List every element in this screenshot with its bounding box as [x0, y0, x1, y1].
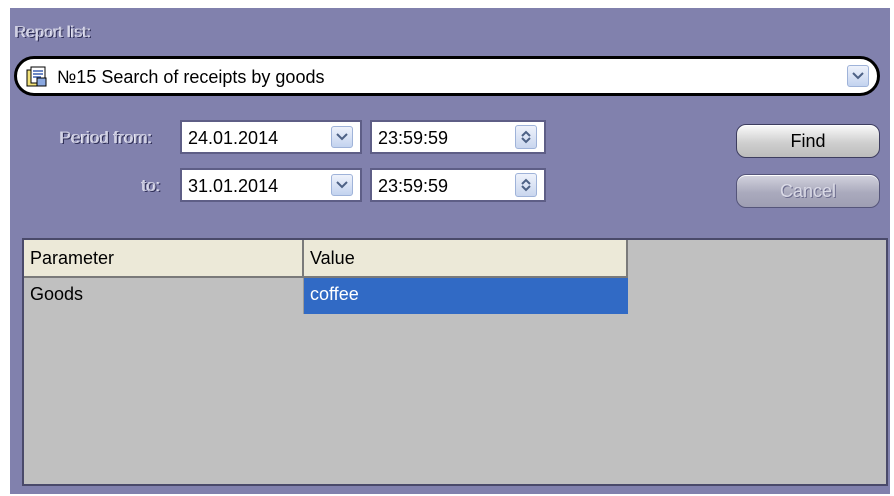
chevron-down-icon [336, 133, 348, 141]
grid-cell-value[interactable]: coffee [304, 278, 628, 314]
period-to-time-field[interactable]: 23:59:59 [370, 168, 546, 202]
find-button[interactable]: Find [736, 124, 880, 158]
period-to-date-value: 31.01.2014 [188, 176, 279, 196]
cancel-button[interactable]: Cancel [736, 174, 880, 208]
grid-cell-parameter[interactable]: Goods [24, 278, 304, 314]
spin-down-icon[interactable] [521, 137, 531, 144]
period-from-label: Period from: [60, 128, 153, 147]
report-list-dropdown-button[interactable] [847, 65, 869, 87]
grid-header-value[interactable]: Value [304, 240, 628, 278]
spin-down-icon[interactable] [521, 185, 531, 192]
period-from-date-value: 24.01.2014 [188, 128, 279, 148]
period-to-time-spinner[interactable] [515, 173, 537, 197]
report-list-combobox[interactable]: №15 Search of receipts by goods [14, 56, 880, 96]
period-from-date-dropdown-button[interactable] [331, 126, 353, 148]
period-to-label: to: [142, 176, 161, 195]
period-from-time-value: 23:59:59 [378, 128, 449, 148]
period-from-date-picker[interactable]: 24.01.2014 [180, 120, 362, 154]
period-from-time-field[interactable]: 23:59:59 [370, 120, 546, 154]
chevron-down-icon [336, 181, 348, 189]
report-document-icon [25, 64, 49, 88]
report-list-label: Report list: [15, 24, 92, 41]
grid-header-parameter[interactable]: Parameter [24, 240, 304, 278]
period-from-time-spinner[interactable] [515, 125, 537, 149]
report-list-value: №15 Search of receipts by goods [57, 67, 325, 87]
spin-up-icon[interactable] [521, 178, 531, 185]
spin-up-icon[interactable] [521, 130, 531, 137]
period-to-date-dropdown-button[interactable] [331, 174, 353, 196]
period-to-date-picker[interactable]: 31.01.2014 [180, 168, 362, 202]
chevron-down-icon [852, 72, 864, 80]
parameters-grid[interactable]: Parameter Value Goods coffee [22, 238, 888, 486]
period-to-time-value: 23:59:59 [378, 176, 449, 196]
